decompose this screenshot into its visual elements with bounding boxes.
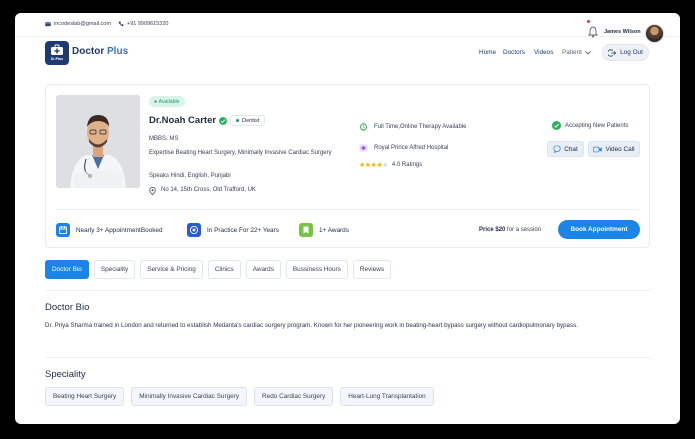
chat-button[interactable]: Chat: [547, 141, 584, 157]
price-value: $20: [495, 227, 506, 233]
hospital-text: Royal Prince Alfred Hospital: [374, 144, 449, 151]
doctor-name: Dr.Noah Carter: [149, 115, 217, 126]
doctor-portrait-image: [56, 95, 140, 188]
user-name[interactable]: James Wilson: [604, 29, 641, 35]
award-icon: [299, 223, 313, 237]
tab-doctor-bio[interactable]: Doctor Bio: [45, 260, 89, 279]
tab-awards[interactable]: Awards: [245, 260, 281, 279]
hospital-row: Royal Prince Alfred Hospital: [359, 143, 448, 152]
video-call-button[interactable]: Video Call: [588, 141, 640, 157]
nav-doctors[interactable]: Doctors: [503, 49, 525, 56]
hospital-icon: [359, 144, 368, 152]
profile-tabs: Doctor Bio Speciality Service & Pricing …: [45, 260, 392, 279]
bell-icon[interactable]: [588, 26, 598, 38]
book-appointment-button[interactable]: Book Appointment: [558, 220, 640, 239]
logo-subtext: Dr.Plus: [50, 57, 64, 61]
phone-text: +91 9909615320: [127, 21, 169, 27]
tab-reviews[interactable]: Reviews: [352, 260, 392, 279]
price-suffix: for a session: [507, 227, 542, 233]
price-label: Price: [479, 227, 494, 233]
verified-icon: [219, 117, 227, 125]
location-pin-icon: [149, 186, 156, 195]
brand-name[interactable]: Doctor Plus: [72, 46, 128, 57]
app-screen: incodeslab@gmail.com +91 9909615320 Jame…: [15, 13, 680, 424]
doctor-languages: Speaks Hindi, English, Punjabi: [149, 173, 231, 179]
nav-patient-label: Patient: [562, 49, 582, 56]
medical-bag-icon: [51, 44, 63, 55]
chat-icon: [553, 145, 561, 153]
phone-contact[interactable]: +91 9909615320: [118, 21, 168, 27]
chevron-down-icon: [585, 50, 591, 55]
check-circle-icon: [552, 121, 561, 130]
stat-practice: In Practice For 22+ Years: [187, 223, 279, 237]
logout-button[interactable]: Log Out: [602, 44, 649, 61]
logout-label: Log Out: [620, 49, 643, 56]
schedule-text: Full Time,Online Therapy Available: [374, 124, 467, 130]
watch-icon: [360, 122, 367, 132]
speciality-title: Speciality: [45, 369, 86, 380]
calendar-icon: [56, 223, 70, 237]
device-frame: incodeslab@gmail.com +91 9909615320 Jame…: [0, 0, 695, 439]
address-text: No 14, 15th Cross, Old Trafford, UK: [161, 187, 256, 193]
tab-clinics[interactable]: Clinics: [207, 260, 241, 279]
mail-icon: [45, 22, 51, 27]
doctor-profile-card: ● Available Dr.Noah Carter Dentist MBBS,…: [45, 84, 650, 248]
logout-icon: [608, 48, 617, 57]
experience-icon: [187, 223, 201, 237]
video-camera-icon: [593, 146, 603, 152]
specialty-badge: Dentist: [230, 115, 266, 126]
top-bar: incodeslab@gmail.com +91 9909615320: [15, 13, 680, 37]
doctor-degree: MBBS, MS: [149, 136, 179, 142]
tab-service-pricing[interactable]: Service & Pricing: [140, 260, 203, 279]
stat-appointments: Nearly 3+ AppointmentBooked: [56, 223, 163, 237]
doctor-photo: [56, 95, 140, 188]
bio-title: Doctor Bio: [45, 302, 90, 313]
phone-icon: [118, 21, 124, 26]
brand-first: Doctor: [72, 46, 105, 57]
nav-home[interactable]: Home: [479, 49, 496, 56]
availability-badge: ● Available: [149, 96, 185, 107]
specialty-dot: [236, 119, 239, 122]
nav-patient-dropdown[interactable]: Patient: [562, 49, 591, 56]
speciality-chips: Beating Heart Surgery Minimally Invasive…: [45, 387, 434, 406]
rating-text: 4.0 Ratings: [391, 162, 423, 168]
brand-second: Plus: [104, 46, 129, 57]
notification-dot: [587, 20, 590, 23]
speciality-chip[interactable]: Beating Heart Surgery: [45, 387, 125, 406]
bio-divider: [45, 357, 650, 358]
accepting-text: Accepting New Patients: [565, 122, 629, 129]
rating-stars: ★★★★★: [359, 162, 388, 169]
doctor-expertise: Expertise Beating Heart Surgery, Minimal…: [149, 150, 332, 156]
speciality-chip[interactable]: Redo Cardiac Surgery: [254, 387, 334, 406]
tab-speciality[interactable]: Speciality: [93, 260, 136, 279]
tabs-divider: [45, 290, 650, 291]
schedule-row: Full Time,Online Therapy Available: [359, 122, 467, 132]
brand-logo[interactable]: Dr.Plus: [45, 41, 69, 65]
accepting-patients: Accepting New Patients: [552, 121, 628, 130]
specialty-text: Dentist: [242, 117, 260, 124]
stat-practice-text: In Practice For 22+ Years: [207, 226, 279, 234]
video-call-label: Video Call: [605, 145, 635, 153]
bio-text: Dr. Priya Sharma trained in London and r…: [45, 322, 578, 329]
doctor-address: No 14, 15th Cross, Old Trafford, UK: [149, 186, 256, 195]
speciality-chip[interactable]: Heart-Lung Transplantation: [340, 387, 434, 406]
rating-row: ★★★★★ 4.0 Ratings: [359, 161, 422, 169]
speciality-chip[interactable]: Minimally Invasive Cardiac Surgery: [131, 387, 248, 406]
stat-awards: 1+ Awards: [299, 223, 349, 237]
session-price: Price $20 for a session: [479, 227, 541, 233]
user-avatar[interactable]: [645, 24, 664, 43]
chat-label: Chat: [564, 145, 578, 153]
card-divider: [56, 209, 639, 210]
stat-awards-text: 1+ Awards: [319, 226, 349, 234]
availability-text: Available: [158, 98, 180, 105]
email-contact[interactable]: incodeslab@gmail.com: [45, 21, 111, 27]
nav-videos[interactable]: Videos: [534, 49, 553, 56]
stat-appointments-text: Nearly 3+ AppointmentBooked: [76, 226, 163, 234]
tab-business-hours[interactable]: Bussiness Hours: [285, 260, 348, 279]
email-text: incodeslab@gmail.com: [54, 21, 111, 27]
